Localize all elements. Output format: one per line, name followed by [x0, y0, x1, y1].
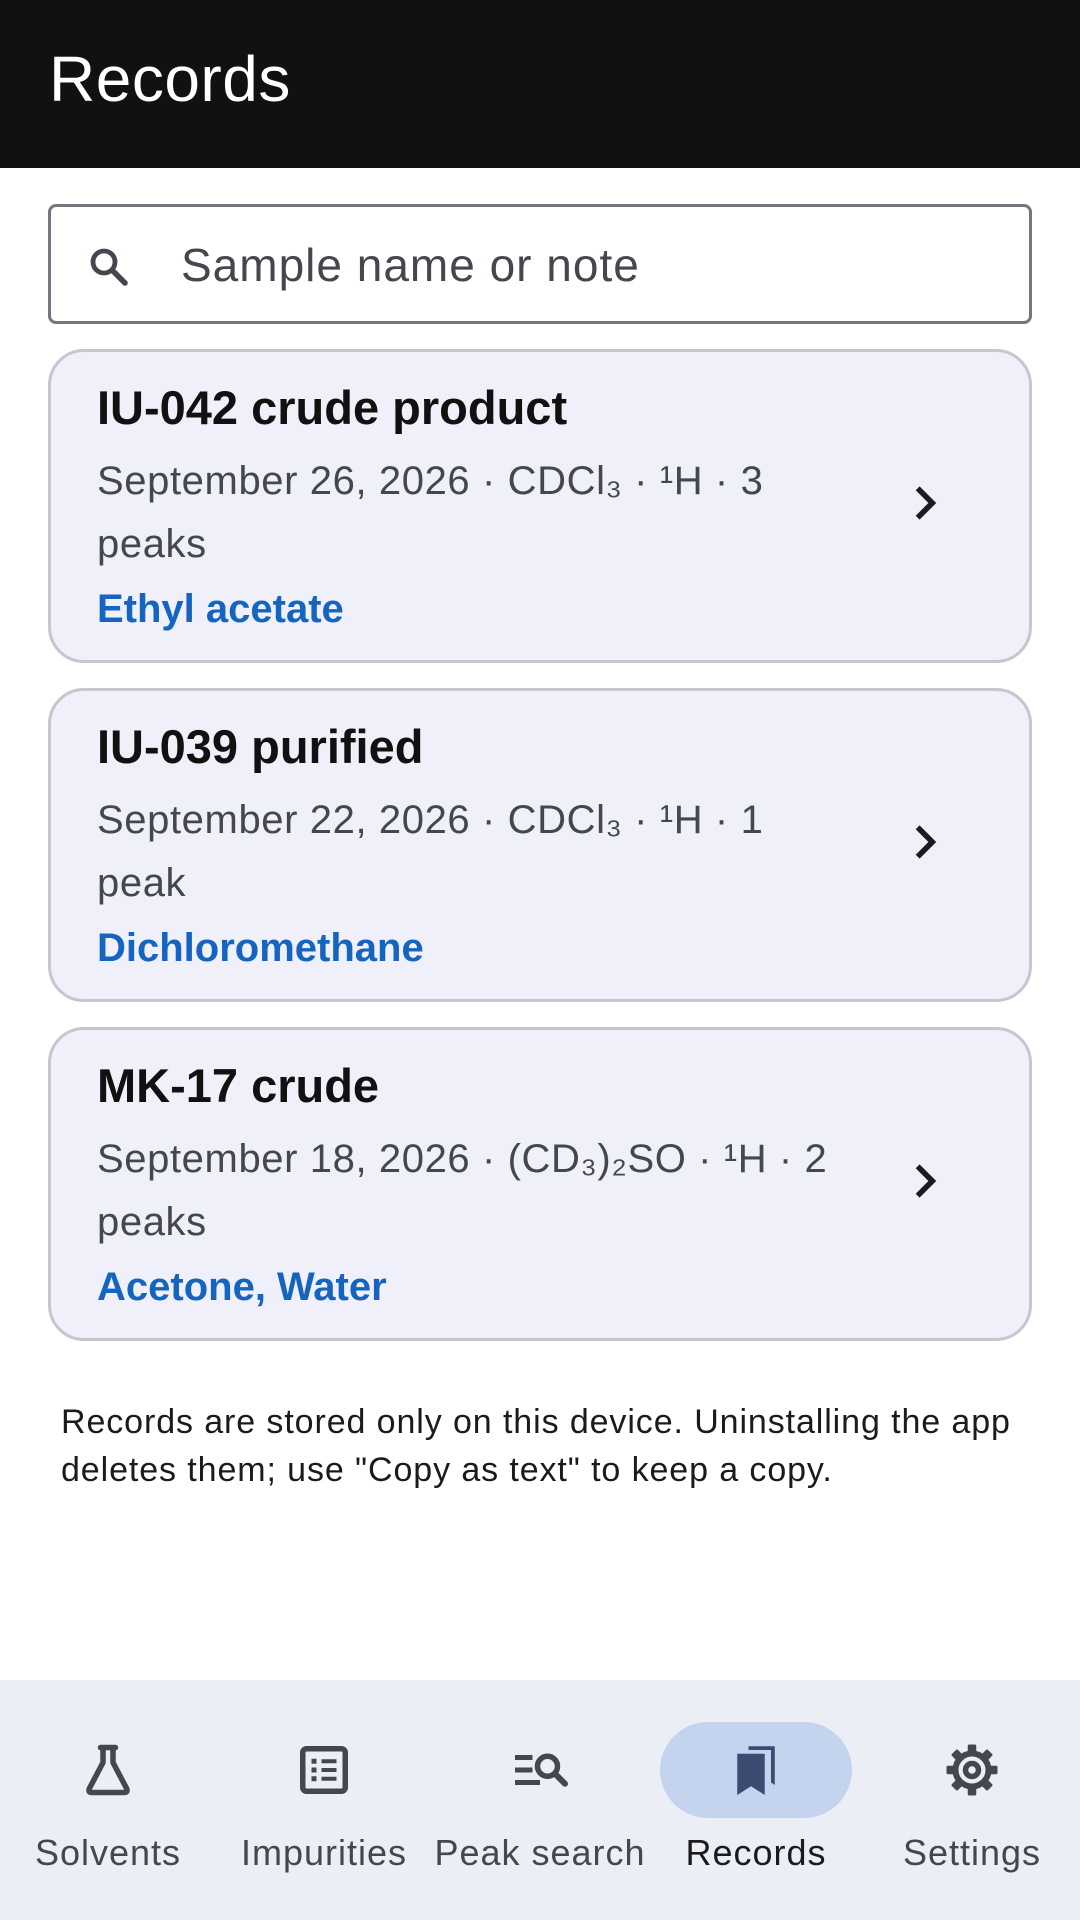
nav-label: Solvents — [34, 1832, 182, 1873]
record-impurities: Acetone, Water — [97, 1265, 387, 1309]
nav-label: Settings — [902, 1832, 1042, 1873]
flask-icon — [86, 1744, 130, 1796]
record-card[interactable]: IU-042 crude product September 26, 2026 … — [48, 349, 1032, 663]
record-name: IU-042 crude product — [97, 381, 568, 434]
records-screen: Records IU-042 crude product September 2… — [0, 0, 1080, 1920]
nav-item-settings[interactable]: Settings — [864, 1680, 1080, 1920]
record-name: MK-17 crude — [97, 1059, 380, 1112]
record-impurities: Ethyl acetate — [97, 587, 344, 631]
search-list-icon — [515, 1753, 568, 1787]
nav-item-impurities[interactable]: Impurities — [216, 1680, 432, 1920]
nav-item-peak-search[interactable]: Peak search — [432, 1680, 648, 1920]
chevron-right-icon — [915, 825, 937, 859]
search-field[interactable] — [48, 204, 1032, 324]
list-icon — [300, 1746, 348, 1794]
record-meta: September 18, 2026 · (CD₃)₂SO · ¹H · 2 p… — [97, 1137, 828, 1244]
record-meta: September 22, 2026 · CDCl₃ · ¹H · 1 peak — [97, 798, 764, 905]
bookmarks-icon — [737, 1746, 775, 1795]
record-card[interactable]: MK-17 crude September 18, 2026 · (CD₃)₂S… — [48, 1027, 1032, 1341]
search-icon — [90, 248, 128, 286]
chevron-right-icon — [915, 486, 937, 520]
page-title: Records — [49, 43, 291, 115]
storage-note: Records are stored only on this device. … — [61, 1403, 1011, 1489]
chevron-right-icon — [915, 1164, 937, 1198]
nav-item-records[interactable]: Records — [648, 1680, 864, 1920]
record-name: IU-039 purified — [97, 720, 424, 773]
nav-label: Impurities — [240, 1832, 408, 1873]
record-impurities: Dichloromethane — [97, 926, 424, 970]
nav-label: Peak search — [434, 1832, 646, 1873]
nav-label: Records — [685, 1832, 827, 1873]
top-app-bar: Records — [0, 0, 1080, 168]
nav-item-solvents[interactable]: Solvents — [0, 1680, 216, 1920]
gear-icon — [946, 1744, 998, 1796]
bottom-navigation: Solvents Impurities Peak search Records … — [0, 1680, 1080, 1920]
record-meta: September 26, 2026 · CDCl₃ · ¹H · 3 peak… — [97, 459, 764, 566]
search-input[interactable] — [181, 227, 1001, 303]
record-card[interactable]: IU-039 purified September 22, 2026 · CDC… — [48, 688, 1032, 1002]
